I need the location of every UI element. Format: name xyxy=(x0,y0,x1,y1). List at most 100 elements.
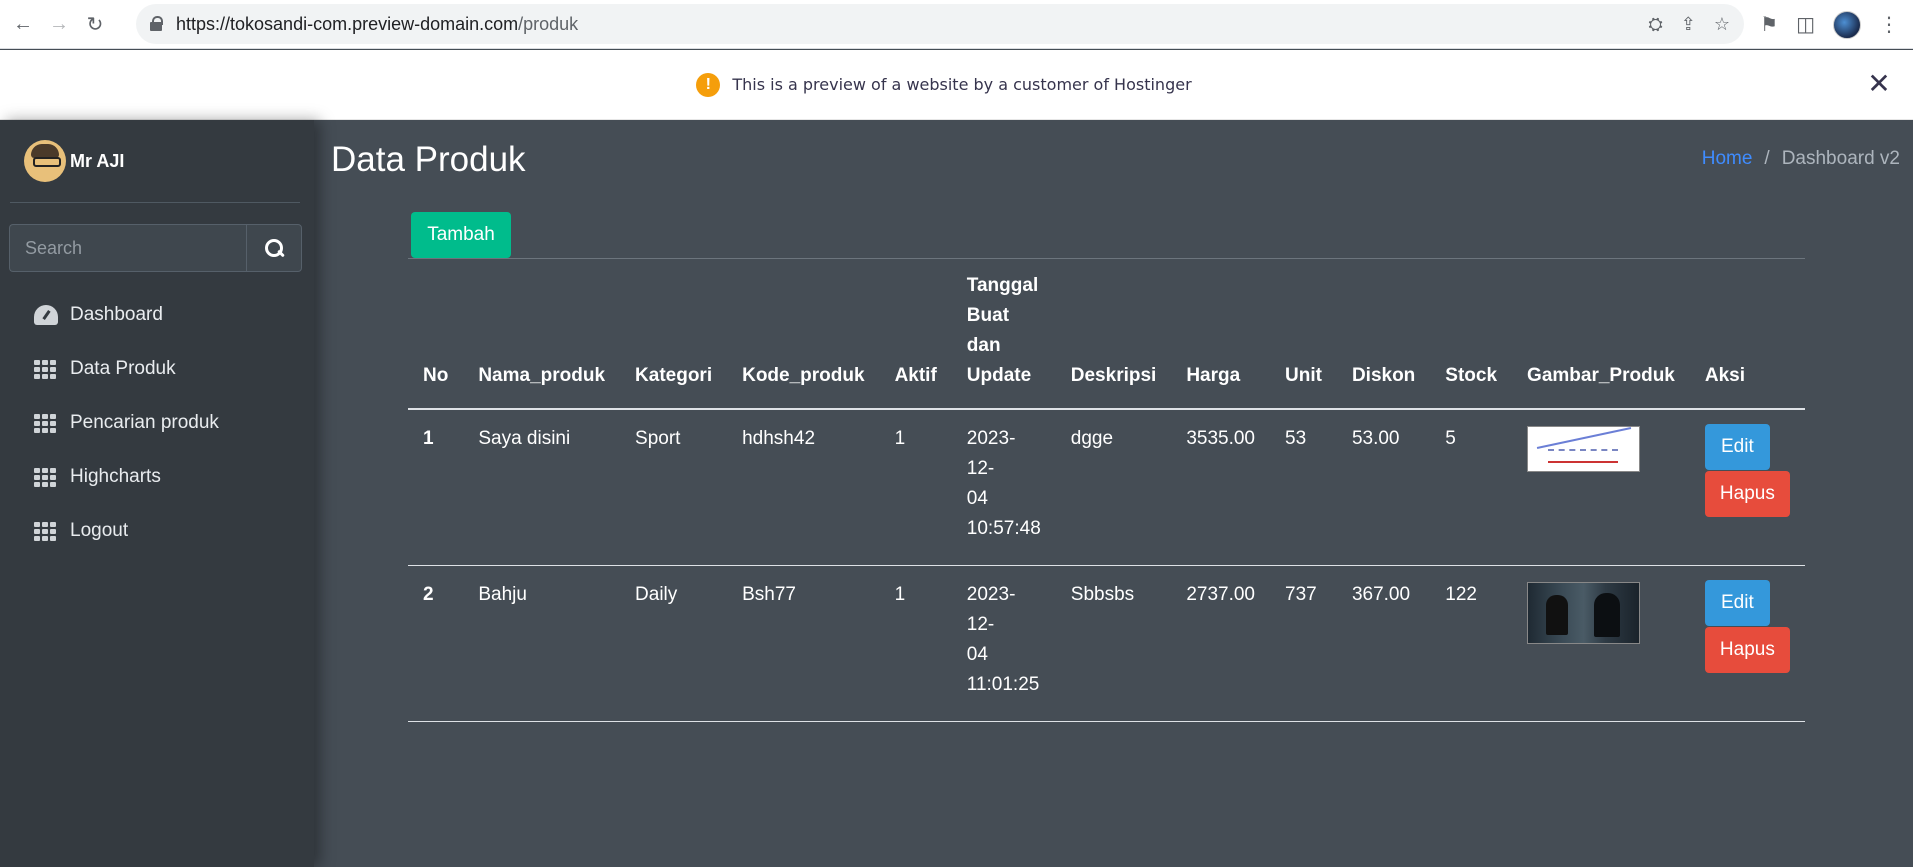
sidebar-item-dashboard[interactable]: Dashboard xyxy=(0,288,314,342)
profile-avatar-icon[interactable] xyxy=(1833,10,1861,39)
sidebar-item-data-produk[interactable]: Data Produk xyxy=(0,342,314,396)
dashboard-gauge-icon xyxy=(34,305,58,325)
cell-gambar-produk xyxy=(1512,409,1690,566)
cell-diskon: 367.00 xyxy=(1336,565,1431,722)
user-name[interactable]: Mr AJI xyxy=(70,151,124,172)
column-header-no: No xyxy=(408,258,464,410)
reload-icon[interactable]: ↻ xyxy=(82,11,108,37)
sidebar-item-label: Data Produk xyxy=(70,358,176,379)
edit-button[interactable]: Edit xyxy=(1704,424,1770,470)
product-table-wrapper: No Nama_produk Kategori Kode_produk Akti… xyxy=(408,258,1805,722)
sidebar: Mr AJI Dashboard Data Produk Pencarian p… xyxy=(0,120,314,867)
tanggal-date: 2023-12- xyxy=(966,584,1016,635)
cell-harga: 3535.00 xyxy=(1171,409,1270,566)
column-header-kode-produk: Kode_produk xyxy=(727,258,880,410)
sidebar-item-pencarian-produk[interactable]: Pencarian produk xyxy=(0,396,314,450)
sidebar-item-label: Pencarian produk xyxy=(70,412,219,433)
product-image xyxy=(1527,426,1641,472)
product-image xyxy=(1527,582,1641,644)
cell-stock: 5 xyxy=(1430,409,1513,566)
main-content: Data Produk Home / Dashboard v2 Tambah N… xyxy=(314,120,1913,867)
browser-extension-area: ⚑ ◫ ⋮ xyxy=(1760,0,1899,49)
sidebar-item-label: Logout xyxy=(70,520,129,541)
cell-stock: 122 xyxy=(1430,565,1513,722)
breadcrumb-home-link[interactable]: Home xyxy=(1702,148,1753,170)
cell-aktif: 1 xyxy=(879,409,952,566)
tanggal-day: 04 xyxy=(966,488,988,509)
breadcrumb-separator: / xyxy=(1764,148,1770,169)
sidebar-item-highcharts[interactable]: Highcharts xyxy=(0,450,314,504)
cell-tanggal: 2023-12- 04 10:57:48 xyxy=(951,409,1056,566)
url-host: https://tokosandi-com.preview-domain.com xyxy=(176,13,519,34)
grid-icon xyxy=(34,467,56,487)
column-header-harga: Harga xyxy=(1171,258,1270,410)
edit-button[interactable]: Edit xyxy=(1704,580,1770,626)
cell-no: 1 xyxy=(408,409,464,566)
column-header-diskon: Diskon xyxy=(1336,258,1431,410)
url-text[interactable]: https://tokosandi-com.preview-domain.com… xyxy=(176,14,578,35)
column-header-deskripsi: Deskripsi xyxy=(1055,258,1172,410)
sidebar-item-logout[interactable]: Logout xyxy=(0,504,314,558)
cell-kategori: Daily xyxy=(620,565,728,722)
column-header-aksi: Aksi xyxy=(1689,258,1805,410)
puzzle-icon[interactable]: ⚑ xyxy=(1760,12,1778,37)
column-header-gambar-produk: Gambar_Produk xyxy=(1512,258,1690,410)
cell-harga: 2737.00 xyxy=(1171,565,1270,722)
sidebar-search xyxy=(9,224,302,272)
share-icon[interactable]: ⇪ xyxy=(1681,14,1696,35)
avatar[interactable] xyxy=(24,140,66,182)
table-header-row: No Nama_produk Kategori Kode_produk Akti… xyxy=(408,258,1805,410)
more-options-icon[interactable]: ⋮ xyxy=(1879,12,1899,37)
tanggal-time: 11:01:25 xyxy=(966,674,1040,695)
tanggal-day: 04 xyxy=(966,644,988,665)
side-panel-icon[interactable]: ◫ xyxy=(1796,12,1815,37)
column-header-tanggal: Tanggal Buat dan Update xyxy=(951,258,1056,410)
cell-nama-produk: Bahju xyxy=(463,565,621,722)
table-row: 2 Bahju Daily Bsh77 1 2023-12- 04 11:01:… xyxy=(408,565,1805,722)
sidebar-menu: Dashboard Data Produk Pencarian produk H… xyxy=(0,288,314,558)
sidebar-item-label: Highcharts xyxy=(70,466,161,487)
address-bar[interactable]: https://tokosandi-com.preview-domain.com… xyxy=(136,4,1744,44)
url-path: /produk xyxy=(518,13,579,34)
column-header-nama-produk: Nama_produk xyxy=(463,258,621,410)
tambah-button[interactable]: Tambah xyxy=(411,212,511,258)
table-row: 1 Saya disini Sport hdhsh42 1 2023-12- 0… xyxy=(408,409,1805,566)
column-header-unit: Unit xyxy=(1270,258,1337,410)
preview-banner: ! This is a preview of a website by a cu… xyxy=(0,50,1913,120)
cell-kategori: Sport xyxy=(620,409,728,566)
cell-aktif: 1 xyxy=(879,565,952,722)
search-icon xyxy=(265,239,283,257)
search-button[interactable] xyxy=(246,224,302,272)
cell-deskripsi: dgge xyxy=(1055,409,1172,566)
product-table: No Nama_produk Kategori Kode_produk Akti… xyxy=(408,258,1805,722)
back-arrow-icon[interactable]: ← xyxy=(10,11,36,37)
grid-icon xyxy=(34,521,56,541)
cell-unit: 53 xyxy=(1270,409,1337,566)
search-input[interactable] xyxy=(9,224,246,272)
translate-icon[interactable]: ⛭ xyxy=(1648,14,1662,35)
lock-icon[interactable] xyxy=(150,16,164,32)
breadcrumb: Home / Dashboard v2 xyxy=(1702,148,1900,170)
cell-kode-produk: hdhsh42 xyxy=(727,409,880,566)
grid-icon xyxy=(34,413,56,433)
browser-toolbar: ← → ↻ https://tokosandi-com.preview-doma… xyxy=(0,0,1913,49)
tanggal-time: 10:57:48 xyxy=(966,518,1041,539)
column-header-aktif: Aktif xyxy=(879,258,952,410)
tanggal-date: 2023-12- xyxy=(966,428,1016,479)
hapus-button[interactable]: Hapus xyxy=(1704,627,1790,673)
cell-no: 2 xyxy=(408,565,464,722)
cell-deskripsi: Sbbsbs xyxy=(1055,565,1172,722)
grid-icon xyxy=(34,359,56,379)
column-header-stock: Stock xyxy=(1430,258,1513,410)
user-panel: Mr AJI xyxy=(10,120,300,203)
cell-gambar-produk xyxy=(1512,565,1690,722)
page-title: Data Produk xyxy=(331,140,526,179)
star-icon[interactable]: ☆ xyxy=(1714,14,1730,35)
hapus-button[interactable]: Hapus xyxy=(1704,471,1790,517)
column-header-kategori: Kategori xyxy=(620,258,728,410)
sidebar-item-label: Dashboard xyxy=(70,304,163,325)
cell-kode-produk: Bsh77 xyxy=(727,565,880,722)
close-icon[interactable]: ✕ xyxy=(1863,68,1895,100)
forward-arrow-icon[interactable]: → xyxy=(46,11,72,37)
breadcrumb-current: Dashboard v2 xyxy=(1781,148,1900,169)
